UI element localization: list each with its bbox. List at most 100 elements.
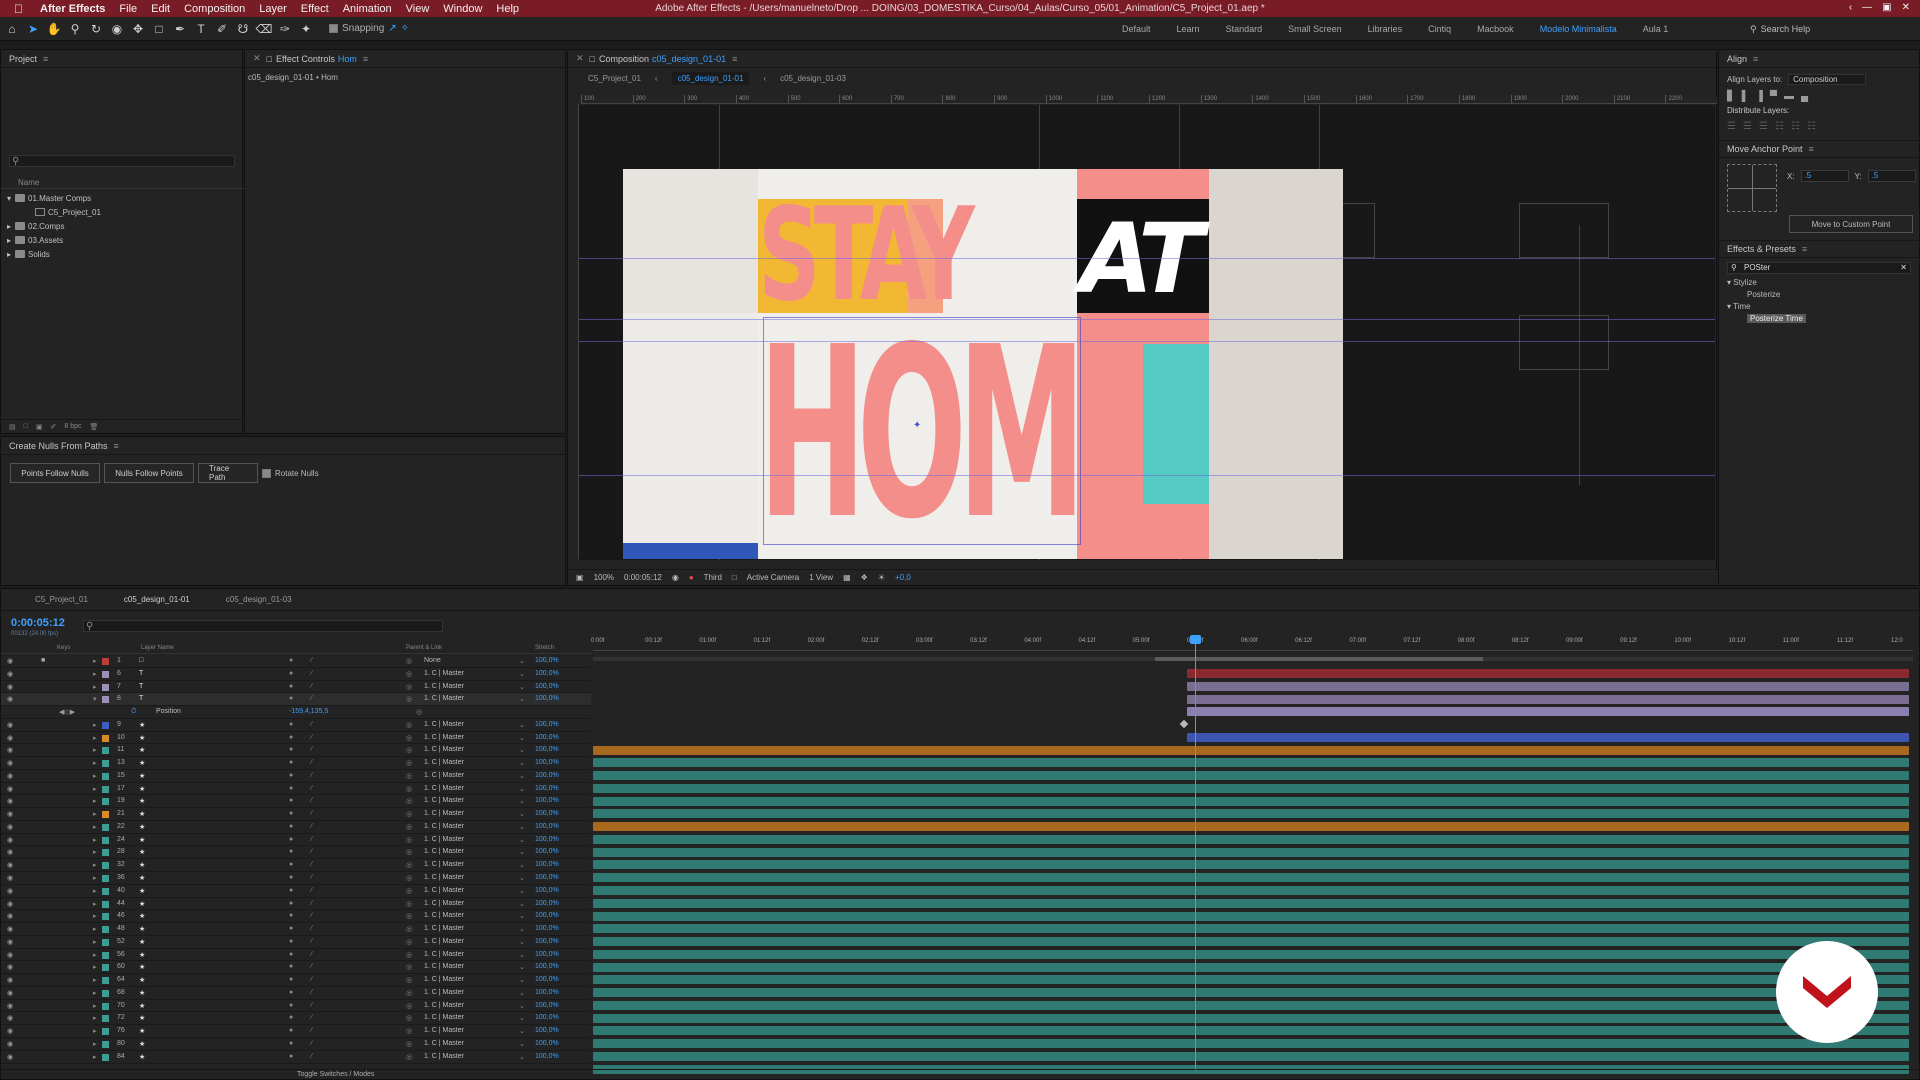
bpc-label[interactable]: 8 bpc [64,423,81,430]
layer-row[interactable]: ◉▸70★Layer 6: Path 1 [1.1.1]●∕◎1. C | Ma… [1,999,591,1013]
move-anchor-title[interactable]: Move Anchor Point [1727,144,1803,154]
snapping-checkbox[interactable] [329,24,338,33]
layer-row[interactable]: ◉▸7TAt●∕◎1. C | Master⌄100,0% [1,680,591,694]
parent-dropdown[interactable]: 1. C | Master [424,734,464,741]
workspace-small-screen[interactable]: Small Screen [1288,24,1342,34]
snap-edges-icon[interactable]: ↗ [388,23,396,34]
twirl-icon[interactable]: ▸ [93,900,97,908]
layer-row[interactable]: ◉▸56★Layer 11: Path 1 [1.1.0]●∕◎1. C | M… [1,948,591,962]
shy-switch-icon[interactable]: ● [289,823,293,830]
stretch-value[interactable]: 100,0% [535,759,559,766]
stretch-value[interactable]: 100,0% [535,1002,559,1009]
pan-behind-tool-icon[interactable]: ✥ [129,20,147,38]
column-stretch[interactable]: Stretch [535,645,554,651]
screen-icon[interactable]: ▣ [1882,2,1891,13]
timeline-tab-c05-design-01-01[interactable]: c05_design_01-01 [124,595,190,604]
quality-switch-icon[interactable]: ∕ [311,900,312,907]
quality-switch-icon[interactable]: ∕ [311,1002,312,1009]
label-color-chip[interactable] [102,721,109,729]
layer-row[interactable]: ◉▸46★Layer 13: Path 1 [1.1.1]●∕◎1. C | M… [1,910,591,924]
parent-dropdown[interactable]: 1. C | Master [424,1002,464,1009]
shy-switch-icon[interactable]: ● [289,1002,293,1009]
label-color-chip[interactable] [102,951,109,959]
pick-whip-icon[interactable]: ◎ [406,683,412,691]
chevron-down-icon[interactable]: ⌄ [519,963,525,971]
visibility-eye-icon[interactable]: ◉ [7,695,13,703]
pick-whip-icon[interactable]: ◎ [406,1040,412,1048]
label-color-chip[interactable] [102,875,109,883]
pick-whip-icon[interactable]: ◎ [406,1014,412,1022]
parent-dropdown[interactable]: 1. C | Master [424,1040,464,1047]
chevron-down-icon[interactable]: ⌄ [519,951,525,959]
stretch-value[interactable]: 100,0% [535,951,559,958]
visibility-eye-icon[interactable]: ◉ [7,951,13,959]
layer-row[interactable]: ◉▸19★Layer 15: Path 1 [1.1.3]●∕◎1. C | M… [1,795,591,809]
resolution-dropdown[interactable]: Third [704,573,722,582]
twirl-icon[interactable]: ▸ [93,976,97,984]
menu-composition[interactable]: Composition [184,3,245,15]
layer-duration-bar[interactable] [593,988,1909,998]
visibility-eye-icon[interactable]: ◉ [7,823,13,831]
layer-duration-bar[interactable] [593,847,1909,857]
layer-duration-bar[interactable] [593,1000,1909,1010]
align-to-dropdown[interactable]: Composition [1788,74,1867,85]
menu-layer[interactable]: Layer [259,3,287,15]
layer-track[interactable] [593,744,1913,757]
column-layer-name[interactable]: Layer Name [141,645,174,651]
menu-file[interactable]: File [119,3,137,15]
menu-window[interactable]: Window [443,3,482,15]
pick-whip-icon[interactable]: ◎ [406,1053,412,1061]
layer-duration-bar[interactable] [593,1039,1909,1049]
chevron-down-icon[interactable]: ⌄ [519,900,525,908]
visibility-eye-icon[interactable]: ◉ [7,772,13,780]
current-time-display[interactable]: 0:00:05:12 [11,617,65,629]
pick-whip-icon[interactable]: ◎ [406,938,412,946]
layer-row[interactable]: ◉▸60★Layer 9: Path 1 [1.1.0]●∕◎1. C | Ma… [1,961,591,975]
shy-switch-icon[interactable]: ● [289,670,293,677]
layer-duration-bar[interactable] [593,924,1909,934]
label-color-chip[interactable] [102,696,109,704]
shy-switch-icon[interactable]: ● [289,951,293,958]
visibility-eye-icon[interactable]: ◉ [7,1002,13,1010]
lock-icon[interactable]: □ [590,54,595,64]
pen-tool-icon[interactable]: ✒ [171,20,189,38]
parent-dropdown[interactable]: 1. C | Master [424,976,464,983]
workspace-macbook[interactable]: Macbook [1477,24,1514,34]
parent-dropdown[interactable]: 1. C | Master [424,925,464,932]
create-nulls-title[interactable]: Create Nulls From Paths [9,441,108,451]
layer-track[interactable] [593,999,1913,1012]
anchor-x-field[interactable]: .5 [1800,170,1849,182]
visibility-eye-icon[interactable]: ◉ [7,1040,13,1048]
new-folder-icon[interactable]: □ [24,423,28,430]
quality-switch-icon[interactable]: ∕ [311,785,312,792]
always-preview-icon[interactable]: ▣ [576,573,584,582]
layer-duration-bar[interactable] [593,937,1909,947]
distribute-right-icon[interactable]: ☷ [1807,121,1816,132]
layer-row[interactable]: ◉▸64★Layer 8: Path 1 [1.1.0]●∕◎1. C | Ma… [1,974,591,987]
rotate-tool-icon[interactable]: ↻ [87,20,105,38]
stretch-value[interactable]: 100,0% [535,836,559,843]
quality-switch-icon[interactable]: ∕ [311,925,312,932]
shy-switch-icon[interactable]: ● [289,759,293,766]
snap-features-icon[interactable]: ✧ [401,23,409,34]
parent-dropdown[interactable]: 1. C | Master [424,836,464,843]
layer-row[interactable]: ◉▸17★Layer 16: Path 1 [1.1.3]●∕◎1. C | M… [1,782,591,796]
stretch-value[interactable]: 100,0% [535,823,559,830]
shy-switch-icon[interactable]: ● [289,810,293,817]
stretch-value[interactable]: 100,0% [535,848,559,855]
quality-switch-icon[interactable]: ∕ [311,938,312,945]
hand-tool-icon[interactable]: ✋ [45,20,63,38]
chevron-down-icon[interactable]: ⌄ [519,912,525,920]
label-color-chip[interactable] [102,785,109,793]
layer-track[interactable] [593,1050,1913,1063]
disclosure-icon[interactable]: ▸ [7,222,15,231]
stretch-value[interactable]: 100,0% [535,1040,559,1047]
chevron-down-icon[interactable]: ⌄ [519,734,525,742]
distribute-vcenter-icon[interactable]: ☰ [1743,121,1752,132]
close-icon[interactable]: ✕ [576,53,584,64]
visibility-eye-icon[interactable]: ◉ [7,836,13,844]
label-color-chip[interactable] [102,811,109,819]
trace-path-button[interactable]: Trace Path [198,463,258,483]
quality-switch-icon[interactable]: ∕ [311,810,312,817]
stretch-value[interactable]: 100,0% [535,746,559,753]
